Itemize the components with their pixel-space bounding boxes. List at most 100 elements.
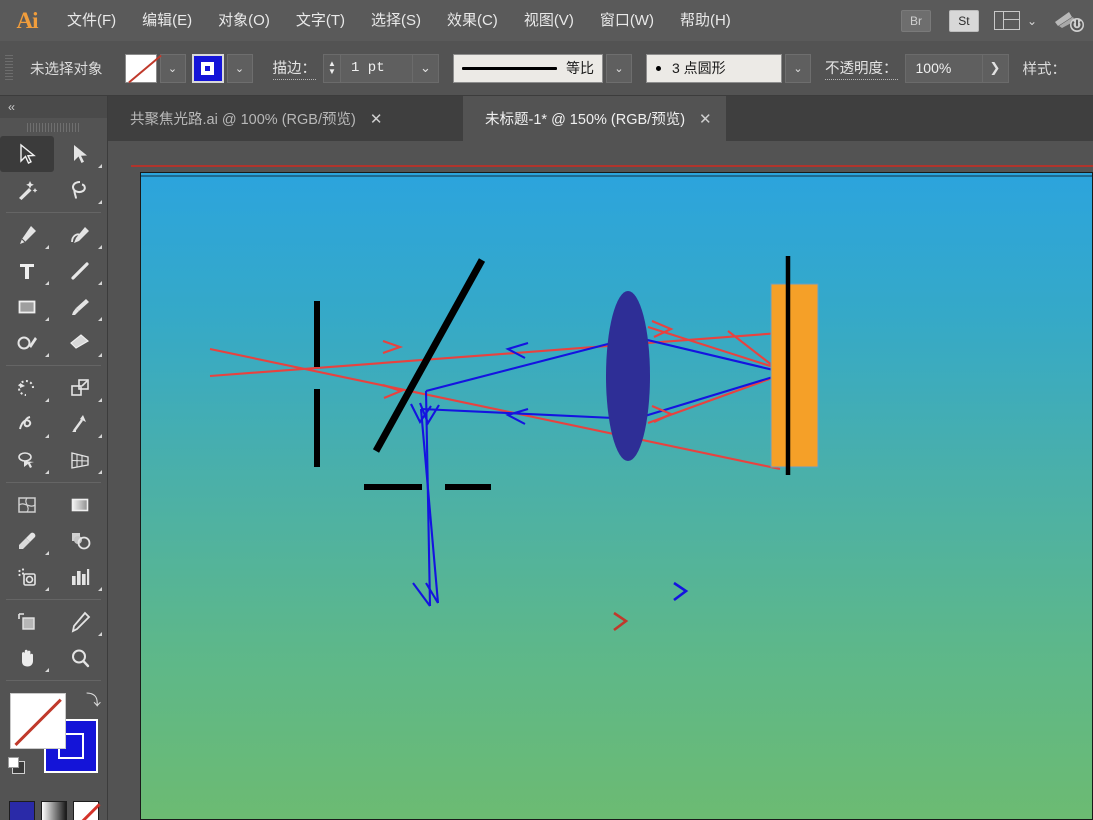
selection-status-label: 未选择对象 [30, 61, 103, 78]
gradient-swatch-button[interactable] [40, 801, 67, 820]
app-logo: Ai [16, 7, 39, 33]
type-tool-icon[interactable] [0, 253, 54, 289]
stroke-profile-name: 等比 [566, 60, 594, 76]
tool-flyout-indicator [44, 353, 49, 357]
stroke-weight-dropdown[interactable]: ⌄ [413, 53, 439, 83]
blend-tool-icon[interactable] [54, 523, 108, 559]
slice-tool-icon[interactable] [54, 604, 108, 640]
legend-arrow-blue [673, 581, 689, 602]
zoom-tool-icon[interactable] [54, 640, 108, 676]
chevron-down-icon: ⌄ [1026, 13, 1037, 28]
stroke-swatch[interactable] [191, 53, 224, 83]
hand-tool-icon[interactable] [0, 640, 54, 676]
stroke-profile-preview[interactable]: 等比 [453, 53, 603, 83]
menu-help[interactable]: 帮助(H) [667, 0, 744, 41]
menu-bar: Ai 文件(F) 编辑(E) 对象(O) 文字(T) 选择(S) 效果(C) 视… [0, 0, 1093, 41]
menu-edit[interactable]: 编辑(E) [129, 0, 205, 41]
scale-tool-icon[interactable] [54, 370, 108, 406]
shape-builder-tool-icon[interactable] [0, 442, 54, 478]
opacity-group[interactable]: 100% ❯ [904, 53, 1009, 83]
tab-confocal-path[interactable]: 共聚焦光路.ai @ 100% (RGB/预览) ✕ [108, 96, 397, 141]
power-icon[interactable] [1053, 8, 1085, 34]
free-transform-tool-icon[interactable] [54, 406, 108, 442]
line-segment-tool-icon[interactable] [54, 253, 108, 289]
tools-group-navigate [0, 604, 107, 676]
opacity-flyout-button[interactable]: ❯ [982, 53, 1009, 83]
stroke-weight-label[interactable]: 描边： [272, 57, 316, 80]
rotate-tool-icon[interactable] [0, 370, 54, 406]
column-graph-tool-icon[interactable] [54, 559, 108, 595]
fill-swatch[interactable] [124, 53, 157, 83]
perspective-grid-tool-icon[interactable] [54, 442, 108, 478]
mesh-tool-icon[interactable] [0, 487, 54, 523]
brush-definition-group[interactable]: 3 点圆形 ⌄ [646, 53, 811, 83]
gradient-tool-icon[interactable] [54, 487, 108, 523]
bridge-button[interactable]: Br [900, 9, 931, 32]
menu-object[interactable]: 对象(O) [205, 0, 283, 41]
none-swatch-button[interactable] [72, 801, 99, 820]
opacity-label[interactable]: 不透明度： [825, 57, 898, 80]
tab-title: 共聚焦光路.ai @ 100% (RGB/预览) [130, 112, 356, 128]
tools-group-modify [0, 370, 107, 478]
emission-ray-group [412, 335, 787, 607]
curvature-tool-icon[interactable] [54, 217, 108, 253]
width-tool-icon[interactable] [0, 406, 54, 442]
stroke-weight-group[interactable]: ▲ ▼ 1 pt ⌄ [323, 53, 439, 83]
eraser-tool-icon[interactable] [54, 325, 108, 361]
color-swatch-button[interactable] [8, 801, 35, 820]
menu-select[interactable]: 选择(S) [358, 0, 434, 41]
swap-fill-stroke-icon[interactable]: ⤵ [86, 689, 101, 710]
lasso-tool-icon[interactable] [54, 172, 108, 208]
optical-diagram[interactable] [108, 141, 1093, 820]
stroke-profile-group[interactable]: 等比 ⌄ [453, 53, 632, 83]
menu-file[interactable]: 文件(F) [54, 0, 129, 41]
pen-tool-icon[interactable] [0, 217, 54, 253]
tab-untitled-1[interactable]: 未标题-1* @ 150% (RGB/预览) ✕ [463, 96, 726, 141]
tool-flyout-indicator [98, 587, 102, 591]
brush-definition-preview[interactable]: 3 点圆形 [646, 53, 782, 83]
artboard-tool-icon[interactable] [0, 604, 54, 640]
tool-flyout-indicator [98, 434, 102, 438]
canvas-area[interactable] [108, 141, 1093, 820]
stroke-weight-stepper[interactable]: ▲ ▼ [323, 53, 341, 83]
stroke-profile-dropdown[interactable]: ⌄ [606, 53, 632, 83]
menu-item-list: 文件(F) 编辑(E) 对象(O) 文字(T) 选择(S) 效果(C) 视图(V… [54, 0, 744, 41]
fill-stroke-controls: ⤵ [0, 687, 107, 797]
symbol-sprayer-tool-icon[interactable] [0, 559, 54, 595]
selection-tool-icon[interactable] [0, 136, 54, 172]
fill-swatch-group[interactable]: ⌄ [124, 53, 186, 83]
objective-lens [606, 291, 650, 461]
tool-flyout-indicator [44, 668, 49, 672]
menu-view[interactable]: 视图(V) [511, 0, 587, 41]
eyedropper-tool-icon[interactable] [0, 523, 54, 559]
workspace-switcher[interactable]: ⌄ [993, 11, 1037, 30]
adobe-stock-button[interactable]: St [948, 9, 979, 32]
brush-definition-dropdown[interactable]: ⌄ [785, 53, 811, 83]
paintbrush-tool-icon[interactable] [54, 289, 108, 325]
stroke-weight-value[interactable]: 1 pt [341, 53, 413, 83]
stroke-dropdown-button[interactable]: ⌄ [226, 53, 253, 83]
tools-group-selection [0, 136, 107, 208]
rectangle-tool-icon[interactable] [0, 289, 54, 325]
menu-effect[interactable]: 效果(C) [434, 0, 511, 41]
tools-panel-grip[interactable] [0, 118, 107, 136]
close-icon[interactable]: ✕ [699, 110, 712, 128]
document-tab-bar: 共聚焦光路.ai @ 100% (RGB/预览) ✕ 未标题-1* @ 150%… [108, 96, 1093, 141]
direct-selection-tool-icon[interactable] [54, 136, 108, 172]
default-fill-stroke-icon[interactable] [8, 757, 28, 777]
control-bar-grip[interactable] [5, 55, 13, 81]
tools-group-color [0, 487, 107, 595]
menu-type[interactable]: 文字(T) [283, 0, 358, 41]
fill-color-swatch[interactable] [10, 693, 66, 749]
stroke-swatch-group[interactable]: ⌄ [191, 53, 253, 83]
close-icon[interactable]: ✕ [370, 110, 383, 128]
tool-flyout-indicator [98, 200, 102, 204]
shaper-tool-icon[interactable] [0, 325, 54, 361]
control-bar: 未选择对象 ⌄ ⌄ 描边： ▲ ▼ 1 pt ⌄ 等比 ⌄ 3 点圆形 ⌄ 不透… [0, 41, 1093, 96]
opacity-value[interactable]: 100% [904, 53, 983, 83]
tools-panel-collapse-button[interactable]: ‹‹ [0, 96, 107, 118]
pinhole-aperture-left [314, 301, 320, 467]
magic-wand-tool-icon[interactable] [0, 172, 54, 208]
menu-window[interactable]: 窗口(W) [587, 0, 667, 41]
fill-dropdown-button[interactable]: ⌄ [159, 53, 186, 83]
